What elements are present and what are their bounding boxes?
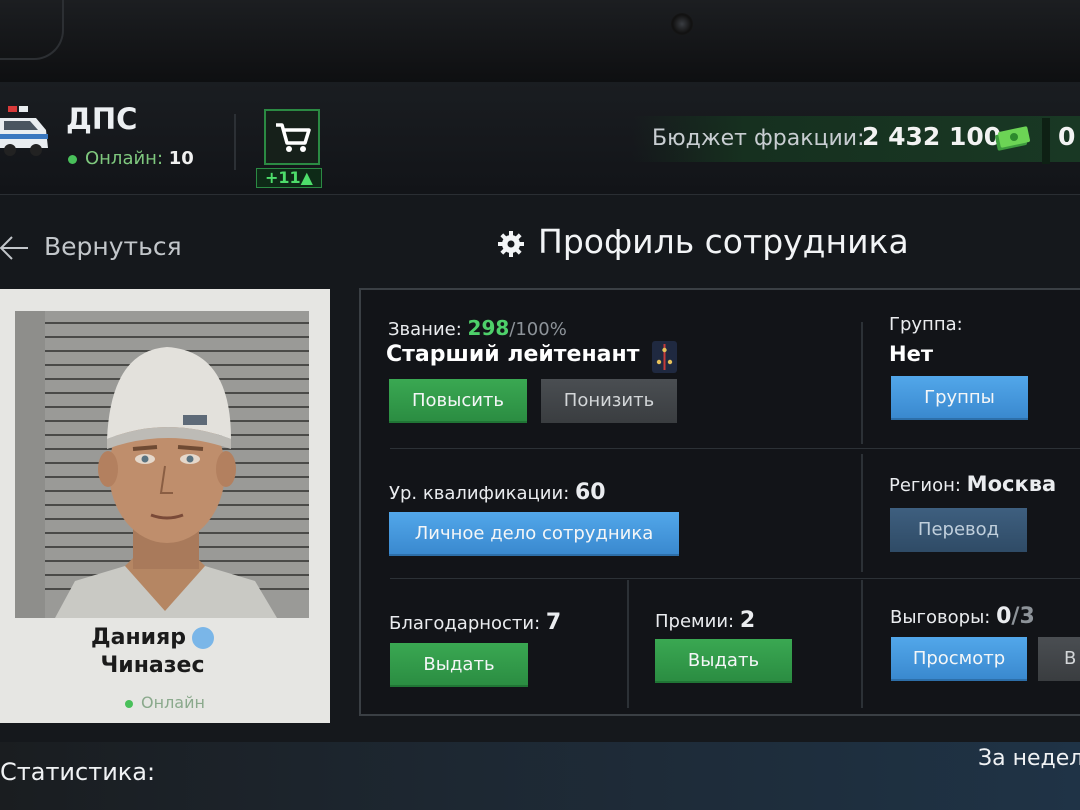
game-ui-screen: ДПС Онлайн: 10 +11▲ Бюджет фракции: 2 43…	[0, 82, 1080, 810]
monitor-bezel	[0, 0, 1080, 82]
bonuses-row: Премии: 2	[655, 608, 755, 633]
view-reprimands-button[interactable]: Просмотр	[891, 637, 1027, 681]
status-indicator-icon	[125, 699, 134, 708]
group-value: Нет	[889, 342, 933, 366]
region-label: Регион:	[889, 475, 961, 496]
budget-secondary-value: 0	[1058, 122, 1076, 151]
thanks-value: 7	[545, 610, 562, 635]
online-indicator-icon	[68, 154, 77, 164]
faction-header: ДПС Онлайн: 10 +11▲ Бюджет фракции: 2 43…	[0, 82, 1080, 195]
thanks-row: Благодарности: 7	[389, 610, 561, 635]
employee-first-name: Данияр	[91, 625, 186, 650]
region-row: Регион: Москва	[889, 472, 1056, 496]
groups-button[interactable]: Группы	[891, 376, 1028, 420]
gear-icon	[498, 231, 524, 257]
panel-divider	[861, 454, 863, 572]
qualification-row: Ур. квалификации: 60	[389, 480, 606, 505]
faction-online: Онлайн: 10	[68, 148, 194, 169]
demote-button[interactable]: Понизить	[541, 379, 677, 423]
online-label: Онлайн:	[85, 148, 164, 169]
employee-card: Данияр Чиназес Онлайн	[0, 289, 330, 723]
rank-points: 298	[467, 316, 510, 340]
panel-divider	[390, 578, 1080, 579]
statistics-bar	[0, 742, 1080, 810]
bonuses-label: Премии:	[655, 611, 735, 632]
panel-divider	[861, 322, 863, 444]
promote-button[interactable]: Повысить	[389, 379, 527, 423]
rank-max: /100%	[509, 319, 567, 340]
employee-last-name: Чиназес	[100, 653, 205, 678]
shop-badge: +11▲	[256, 168, 322, 188]
budget-value: 2 432 100	[862, 122, 1002, 151]
budget-separator	[1042, 118, 1050, 164]
thanks-label: Благодарности:	[389, 613, 541, 634]
shop-button[interactable]	[264, 109, 320, 165]
back-button[interactable]: Вернуться	[44, 232, 182, 261]
employee-mugshot	[15, 311, 309, 618]
webcam	[671, 13, 693, 35]
bonuses-value: 2	[739, 608, 756, 633]
employee-status: Онлайн	[0, 693, 330, 712]
reprimands-label: Выговоры:	[890, 607, 991, 628]
employee-status-label: Онлайн	[141, 693, 205, 712]
qualification-label: Ур. квалификации:	[389, 483, 570, 504]
qualification-value: 60	[575, 480, 606, 505]
panel-divider	[627, 580, 629, 708]
rank-title: Старший лейтенант	[386, 342, 640, 367]
give-thanks-button[interactable]: Выдать	[390, 643, 528, 687]
rank-label: Звание:	[388, 319, 462, 340]
bezel-corner	[0, 0, 64, 60]
reprimands-max: /3	[1011, 604, 1035, 629]
reprimands-row: Выговоры: 0/3	[890, 604, 1035, 629]
statistics-label: Статистика:	[0, 758, 156, 786]
panel-divider	[390, 448, 1080, 449]
region-value: Москва	[966, 472, 1057, 496]
back-arrow-icon[interactable]	[0, 228, 30, 268]
give-bonus-button[interactable]: Выдать	[655, 639, 792, 683]
online-count: 10	[168, 148, 194, 169]
panel-divider	[861, 580, 863, 708]
faction-name: ДПС	[66, 102, 138, 136]
budget-label: Бюджет фракции:	[652, 126, 865, 151]
cart-icon	[276, 123, 311, 152]
header-divider	[234, 114, 236, 170]
reprimands-value: 0	[996, 604, 1012, 629]
transfer-button[interactable]: Перевод	[890, 508, 1027, 552]
money-icon	[995, 126, 1030, 151]
rank-row: Звание: 298/100%	[388, 316, 567, 340]
police-car-icon	[0, 106, 48, 156]
rank-insignia-icon	[652, 341, 677, 373]
verified-icon	[191, 627, 214, 649]
personal-file-button[interactable]: Личное дело сотрудника	[389, 512, 679, 556]
group-label: Группа:	[889, 314, 963, 335]
page-title: Профиль сотрудника	[538, 222, 909, 261]
stats-period-label[interactable]: За недел	[978, 746, 1080, 771]
issue-reprimand-button[interactable]: В	[1038, 637, 1080, 681]
employee-name: Данияр Чиназес	[0, 624, 305, 680]
